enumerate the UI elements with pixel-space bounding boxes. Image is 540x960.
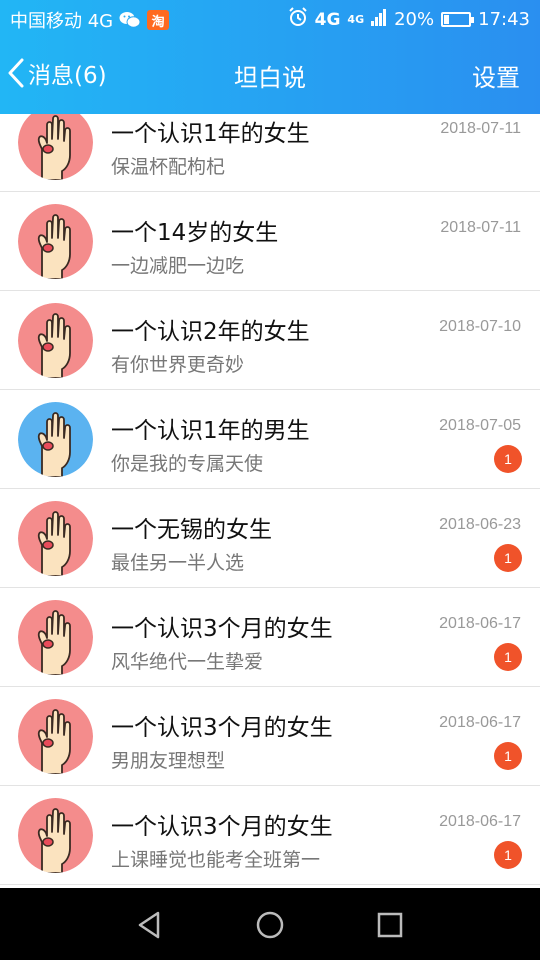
carrier-label: 中国移动 4G	[10, 11, 114, 32]
list-item[interactable]: 一个认识3个月的女生男朋友理想型 2018-06-17 1	[0, 687, 540, 786]
message-list[interactable]: 一个认识1年的女生 保温杯配枸杞 2018-07-11 一个14岁的女生 一边减肥一边吃…	[0, 114, 540, 888]
message-title: 一个认识1年的男生	[111, 418, 310, 444]
home-circle-icon[interactable]	[253, 908, 287, 942]
taobao-icon: 淘	[147, 10, 170, 30]
message-title: 一个认识3个月的女生	[111, 814, 333, 840]
list-item[interactable]: 一个认识1年的男生你是我的专属天使 2018-07-05 1	[0, 390, 540, 489]
unread-badge: 1	[494, 841, 522, 869]
hand-avatar-icon	[18, 114, 93, 180]
message-date: 2018-07-11	[440, 120, 521, 137]
back-triangle-icon[interactable]	[133, 908, 167, 942]
message-title: 一个认识3个月的女生	[111, 616, 333, 642]
hand-avatar-icon	[18, 501, 93, 576]
hand-avatar-icon	[18, 798, 93, 873]
hand-avatar-icon	[18, 303, 93, 378]
message-subtitle: 一边减肥一边吃	[111, 255, 245, 277]
nav-bar: 消息(6) 坦白说 设置	[0, 38, 540, 114]
settings-button[interactable]: 设置	[472, 58, 520, 93]
hand-avatar-icon	[18, 402, 93, 477]
message-date: 2018-06-17	[439, 615, 521, 632]
list-item[interactable]: 一个认识1年的女生保温杯配枸杞 2018-07-11	[0, 114, 540, 192]
hand-avatar-icon	[18, 600, 93, 675]
hand-avatar-icon	[18, 699, 93, 774]
message-date: 2018-06-17	[439, 813, 521, 830]
clock: 17:43	[478, 9, 530, 30]
list-item[interactable]: 一个认识3个月的女生上课睡觉也能考全班第一 2018-06-17 1	[0, 786, 540, 885]
message-date: 2018-06-23	[439, 516, 521, 533]
unread-badge: 1	[494, 643, 522, 671]
message-subtitle: 上课睡觉也能考全班第一	[111, 849, 321, 871]
message-subtitle: 你是我的专属天使	[111, 453, 264, 475]
message-title: 一个认识3个月的女生	[111, 715, 333, 741]
message-subtitle: 风华绝代一生挚爱	[111, 651, 264, 673]
message-title: 一个无锡的女生	[111, 517, 272, 543]
message-subtitle: 有你世界更奇妙	[111, 354, 245, 376]
list-item[interactable]: 一个认识2年的女生有你世界更奇妙 2018-07-10	[0, 291, 540, 390]
message-date: 2018-07-11	[440, 219, 521, 236]
message-date: 2018-07-05	[439, 417, 521, 434]
battery-percent: 20%	[394, 9, 435, 30]
unread-badge: 1	[494, 445, 522, 473]
message-title: 一个认识1年的女生	[111, 121, 310, 147]
status-bar: 中国移动 4G 淘 4G 4G 20% 17:43	[0, 0, 540, 38]
message-title: 一个认识2年的女生	[111, 319, 310, 345]
recents-square-icon[interactable]	[373, 908, 407, 942]
signal-icon	[371, 8, 387, 31]
message-subtitle: 最佳另一半人选	[111, 552, 245, 574]
header-bar: 中国移动 4G 淘 4G 4G 20% 17:43 消息(6) 坦白说 设置	[0, 0, 540, 114]
list-item[interactable]: 一个14岁的女生一边减肥一边吃 2018-07-11	[0, 192, 540, 291]
signal-4g-label: 4G	[347, 12, 365, 26]
hand-avatar-icon	[18, 204, 93, 279]
network-4g-label: 4G	[314, 9, 341, 30]
page-title: 坦白说	[234, 64, 306, 92]
unread-badge: 1	[494, 742, 522, 770]
battery-icon	[441, 12, 475, 27]
message-title: 一个14岁的女生	[111, 220, 279, 246]
list-item[interactable]: 一个认识3个月的女生风华绝代一生挚爱 2018-06-17 1	[0, 588, 540, 687]
system-nav-bar	[0, 888, 540, 960]
list-item[interactable]: 一个无锡的女生最佳另一半人选 2018-06-23 1	[0, 489, 540, 588]
unread-badge: 1	[494, 544, 522, 572]
wechat-icon	[119, 11, 141, 29]
battery-level-fill	[444, 15, 450, 24]
message-date: 2018-06-17	[439, 714, 521, 731]
message-subtitle: 男朋友理想型	[111, 750, 226, 772]
message-subtitle: 保温杯配枸杞	[111, 156, 226, 178]
message-date: 2018-07-10	[439, 318, 521, 335]
alarm-icon	[288, 7, 308, 32]
